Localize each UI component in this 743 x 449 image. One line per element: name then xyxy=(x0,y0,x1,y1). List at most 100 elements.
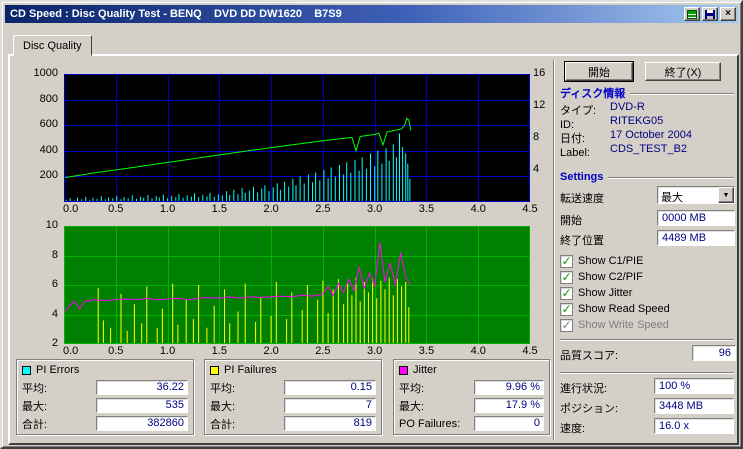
stat-row: 平均: 36.22 xyxy=(22,380,188,395)
checkbox-show-c2-pif[interactable]: ✓ Show C2/PIF xyxy=(560,270,643,284)
quality-score-value: 96 xyxy=(692,345,736,361)
vertical-divider xyxy=(553,60,555,440)
disc-type-value: DVD-R xyxy=(610,101,645,113)
stat-label: 合計: xyxy=(22,418,48,431)
close-button[interactable]: × xyxy=(720,7,736,21)
jitter-chart: 2 4 6 8 10 0.0 0.5 1.0 1.5 2.0 2.5 3.0 3.5 4.0 4.5 xyxy=(28,220,552,358)
transfer-speed-select[interactable]: 最大 ▼ xyxy=(657,186,735,204)
graph-icon xyxy=(687,9,697,19)
jitter-statbox: Jitter 平均: 9.96 % 最大: 17.9 % PO Failures: 0 xyxy=(393,359,550,435)
pi-errors-average-value: 36.22 xyxy=(96,380,188,395)
pi-errors-swatch xyxy=(22,365,31,375)
checkbox-show-c1-pie[interactable]: ✓ Show C1/PIE xyxy=(560,254,643,268)
pi-errors-total-value: 382860 xyxy=(96,416,188,431)
jitter-plot-area xyxy=(63,226,530,344)
graph-icon-button[interactable] xyxy=(684,7,700,21)
disc-id-row: ID: RITEKG05 xyxy=(560,115,734,131)
read-speed-right-axis-labels: 4 8 12 16 xyxy=(533,67,546,175)
stat-label: 平均: xyxy=(399,382,425,395)
jitter-x-axis-labels: 0.0 0.5 1.0 1.5 2.0 2.5 3.0 3.5 4.0 4.5 xyxy=(63,345,538,357)
checkbox-show-write-speed[interactable]: ✓ Show Write Speed xyxy=(560,318,669,332)
settings-header-label: Settings xyxy=(560,171,604,183)
separator xyxy=(560,372,734,374)
stat-label: 最大: xyxy=(210,400,236,413)
header-rule xyxy=(608,177,734,179)
separator xyxy=(560,339,734,341)
disc-info-header: ディスク情報 xyxy=(560,87,734,100)
progress-value: 100 % xyxy=(654,378,734,394)
jitter-swatch xyxy=(399,365,408,375)
tab-label: Disc Quality xyxy=(23,39,82,52)
start-position-field[interactable]: 0000 MB xyxy=(657,210,735,226)
pi-failures-statbox-title: PI Failures xyxy=(210,363,376,377)
stat-row: 合計: 819 xyxy=(210,416,376,431)
pi-failures-title-label: PI Failures xyxy=(224,364,277,376)
main-panel: 200 400 600 800 1000 4 8 12 16 0.0 0.5 1.0 1.5 2.0 2… xyxy=(8,54,739,445)
checkbox-box: ✓ xyxy=(560,254,573,268)
jitter-max-value: 17.9 % xyxy=(474,398,544,413)
stat-row: 最大: 17.9 % xyxy=(399,398,544,413)
disc-label-label: Label: xyxy=(560,147,590,159)
stat-row: 合計: 382860 xyxy=(22,416,188,431)
end-position-label: 終了位置 xyxy=(560,235,604,247)
tab-disc-quality[interactable]: Disc Quality xyxy=(13,35,92,56)
disc-id-value: RITEKG05 xyxy=(610,115,664,127)
chevron-down-icon[interactable]: ▼ xyxy=(718,187,734,203)
stat-label: 平均: xyxy=(210,382,236,395)
checkbox-show-jitter[interactable]: ✓ Show Jitter xyxy=(560,286,632,300)
pi-errors-statbox: PI Errors 平均: 36.22 最大: 535 合計: 382860 xyxy=(16,359,194,435)
save-icon xyxy=(705,9,715,19)
exit-button[interactable]: 終了(X) xyxy=(645,62,721,81)
pi-failures-swatch xyxy=(210,365,219,375)
checkbox-show-read-speed[interactable]: ✓ Show Read Speed xyxy=(560,302,670,316)
stat-row: PO Failures: 0 xyxy=(399,416,544,431)
checkbox-label: Show Read Speed xyxy=(578,303,670,315)
position-label: ポジション: xyxy=(560,403,619,415)
stat-row: 最大: 7 xyxy=(210,398,376,413)
pi-errors-title-label: PI Errors xyxy=(36,364,80,376)
checkbox-box: ✓ xyxy=(560,270,573,284)
disc-info-header-label: ディスク情報 xyxy=(560,88,626,100)
stat-label: 合計: xyxy=(210,418,236,431)
check-icon: ✓ xyxy=(561,270,572,284)
quality-score-label: 品質スコア: xyxy=(560,350,619,362)
progress-label: 進行状況: xyxy=(560,383,608,395)
jitter-average-value: 9.96 % xyxy=(474,380,544,395)
window-title: CD Speed : Disc Quality Test - BENQ DVD … xyxy=(10,8,342,20)
checkbox-label: Show C1/PIE xyxy=(578,255,644,267)
jitter-statbox-title: Jitter xyxy=(399,363,544,377)
transfer-speed-label: 転送速度 xyxy=(560,193,604,205)
checkbox-label: Show Jitter xyxy=(578,287,633,299)
stat-label: 最大: xyxy=(399,400,425,413)
stat-row: 平均: 9.96 % xyxy=(399,380,544,395)
pi-errors-max-value: 535 xyxy=(96,398,188,413)
pi-failures-statbox: PI Failures 平均: 0.15 最大: 7 合計: 819 xyxy=(204,359,382,435)
disc-label-row: Label: CDS_TEST_B2 xyxy=(560,143,734,159)
checkbox-box: ✓ xyxy=(560,286,573,300)
pi-errors-chart: 200 400 600 800 1000 4 8 12 16 0.0 0.5 1.0 1.5 2.0 2… xyxy=(28,67,552,216)
jitter-title-label: Jitter xyxy=(413,364,437,376)
disc-date-row: 日付: 17 October 2004 xyxy=(560,129,734,145)
stat-row: 最大: 535 xyxy=(22,398,188,413)
disc-date-value: 17 October 2004 xyxy=(610,129,692,141)
pi-errors-statbox-title: PI Errors xyxy=(22,363,188,377)
check-icon: ✓ xyxy=(561,286,572,300)
checkbox-box: ✓ xyxy=(560,318,573,332)
right-panel: 開始 終了(X) ディスク情報 タイプ: DVD-R ID: RITEKG05 日付… xyxy=(558,56,736,443)
start-button[interactable]: 開始 xyxy=(565,62,633,81)
disc-label-value: CDS_TEST_B2 xyxy=(610,143,688,155)
title-bar[interactable]: CD Speed : Disc Quality Test - BENQ DVD … xyxy=(5,5,738,23)
checkbox-label: Show Write Speed xyxy=(578,319,669,331)
check-icon: ✓ xyxy=(561,254,572,268)
check-icon: ✓ xyxy=(561,318,572,332)
stat-label: PO Failures: xyxy=(399,417,461,430)
save-icon-button[interactable] xyxy=(702,7,718,21)
app-window: CD Speed : Disc Quality Test - BENQ DVD … xyxy=(0,0,743,449)
disc-type-row: タイプ: DVD-R xyxy=(560,101,734,117)
pi-errors-plot-area xyxy=(63,74,530,202)
titlebar-buttons: × xyxy=(684,7,738,21)
stat-row: 平均: 0.15 xyxy=(210,380,376,395)
end-position-field[interactable]: 4489 MB xyxy=(657,230,735,246)
pi-errors-x-axis-labels: 0.0 0.5 1.0 1.5 2.0 2.5 3.0 3.5 4.0 4.5 xyxy=(63,203,538,215)
speed-value: 16.0 x xyxy=(654,418,734,434)
